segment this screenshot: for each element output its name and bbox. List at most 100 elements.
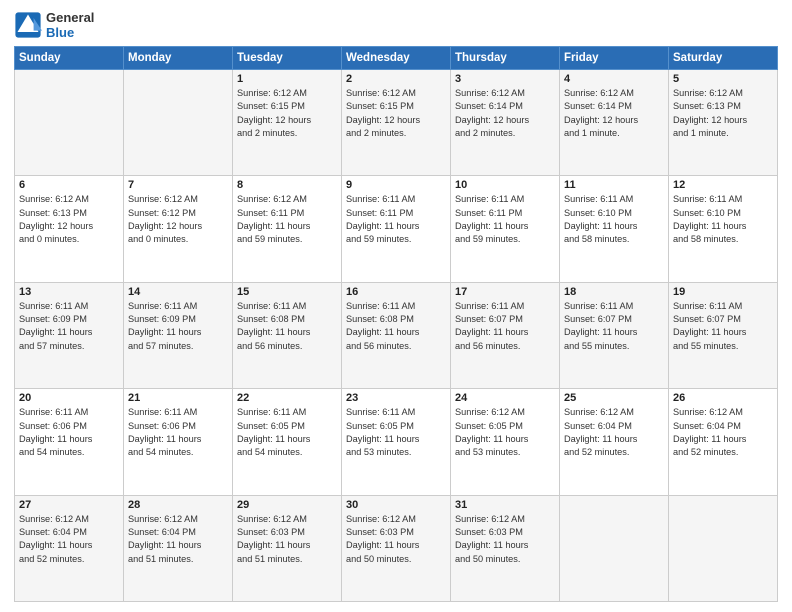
cell-info: Sunrise: 6:12 AM Sunset: 6:15 PM Dayligh… — [237, 87, 337, 140]
weekday-header: Thursday — [451, 47, 560, 70]
calendar-cell: 5 Sunrise: 6:12 AM Sunset: 6:13 PM Daylig… — [669, 70, 778, 176]
calendar-cell: 25 Sunrise: 6:12 AM Sunset: 6:04 PM Dayli… — [560, 389, 669, 495]
day-number: 20 — [19, 392, 119, 404]
cell-info: Sunrise: 6:11 AM Sunset: 6:10 PM Dayligh… — [673, 193, 773, 246]
day-number: 31 — [455, 499, 555, 511]
calendar-cell: 30 Sunrise: 6:12 AM Sunset: 6:03 PM Dayli… — [342, 495, 451, 601]
calendar-cell: 19 Sunrise: 6:11 AM Sunset: 6:07 PM Dayli… — [669, 282, 778, 388]
calendar-cell — [124, 70, 233, 176]
cell-info: Sunrise: 6:11 AM Sunset: 6:07 PM Dayligh… — [673, 300, 773, 353]
day-number: 15 — [237, 286, 337, 298]
cell-info: Sunrise: 6:11 AM Sunset: 6:11 PM Dayligh… — [346, 193, 446, 246]
calendar-cell — [560, 495, 669, 601]
calendar-cell: 6 Sunrise: 6:12 AM Sunset: 6:13 PM Daylig… — [15, 176, 124, 282]
day-number: 8 — [237, 179, 337, 191]
cell-info: Sunrise: 6:11 AM Sunset: 6:09 PM Dayligh… — [128, 300, 228, 353]
day-number: 11 — [564, 179, 664, 191]
calendar-cell: 17 Sunrise: 6:11 AM Sunset: 6:07 PM Dayli… — [451, 282, 560, 388]
calendar-cell: 10 Sunrise: 6:11 AM Sunset: 6:11 PM Dayli… — [451, 176, 560, 282]
cell-info: Sunrise: 6:11 AM Sunset: 6:10 PM Dayligh… — [564, 193, 664, 246]
cell-info: Sunrise: 6:12 AM Sunset: 6:03 PM Dayligh… — [237, 513, 337, 566]
weekday-header: Monday — [124, 47, 233, 70]
calendar-cell — [669, 495, 778, 601]
calendar-cell: 18Sunrise: 6:11 AM Sunset: 6:07 PM Dayli… — [560, 282, 669, 388]
day-number: 2 — [346, 73, 446, 85]
calendar-cell: 12 Sunrise: 6:11 AM Sunset: 6:10 PM Dayli… — [669, 176, 778, 282]
calendar-cell: 28 Sunrise: 6:12 AM Sunset: 6:04 PM Dayli… — [124, 495, 233, 601]
header: General Blue — [14, 10, 778, 40]
cell-info: Sunrise: 6:11 AM Sunset: 6:07 PM Dayligh… — [564, 300, 664, 353]
day-number: 21 — [128, 392, 228, 404]
calendar-cell: 23Sunrise: 6:11 AM Sunset: 6:05 PM Dayli… — [342, 389, 451, 495]
cell-info: Sunrise: 6:12 AM Sunset: 6:14 PM Dayligh… — [564, 87, 664, 140]
calendar-cell: 7Sunrise: 6:12 AM Sunset: 6:12 PM Daylig… — [124, 176, 233, 282]
calendar-cell: 3 Sunrise: 6:12 AM Sunset: 6:14 PM Daylig… — [451, 70, 560, 176]
day-number: 23 — [346, 392, 446, 404]
day-number: 5 — [673, 73, 773, 85]
page: General Blue SundayMondayTuesdayWednesda… — [0, 0, 792, 612]
calendar-cell: 2 Sunrise: 6:12 AM Sunset: 6:15 PM Daylig… — [342, 70, 451, 176]
cell-info: Sunrise: 6:12 AM Sunset: 6:04 PM Dayligh… — [128, 513, 228, 566]
day-number: 17 — [455, 286, 555, 298]
day-number: 3 — [455, 73, 555, 85]
day-number: 26 — [673, 392, 773, 404]
calendar-cell: 11 Sunrise: 6:11 AM Sunset: 6:10 PM Dayli… — [560, 176, 669, 282]
calendar-cell: 14Sunrise: 6:11 AM Sunset: 6:09 PM Dayli… — [124, 282, 233, 388]
header-row: SundayMondayTuesdayWednesdayThursdayFrid… — [15, 47, 778, 70]
day-number: 4 — [564, 73, 664, 85]
day-number: 22 — [237, 392, 337, 404]
day-number: 1 — [237, 73, 337, 85]
calendar-cell: 31 Sunrise: 6:12 AM Sunset: 6:03 PM Dayli… — [451, 495, 560, 601]
weekday-header: Saturday — [669, 47, 778, 70]
cell-info: Sunrise: 6:12 AM Sunset: 6:03 PM Dayligh… — [346, 513, 446, 566]
calendar-week-row: 6 Sunrise: 6:12 AM Sunset: 6:13 PM Daylig… — [15, 176, 778, 282]
calendar-cell: 1 Sunrise: 6:12 AM Sunset: 6:15 PM Daylig… — [233, 70, 342, 176]
calendar-cell: 24Sunrise: 6:12 AM Sunset: 6:05 PM Dayli… — [451, 389, 560, 495]
cell-info: Sunrise: 6:11 AM Sunset: 6:05 PM Dayligh… — [237, 406, 337, 459]
weekday-header: Sunday — [15, 47, 124, 70]
cell-info: Sunrise: 6:12 AM Sunset: 6:04 PM Dayligh… — [564, 406, 664, 459]
day-number: 13 — [19, 286, 119, 298]
calendar-cell: 15 Sunrise: 6:11 AM Sunset: 6:08 PM Dayli… — [233, 282, 342, 388]
day-number: 6 — [19, 179, 119, 191]
cell-info: Sunrise: 6:11 AM Sunset: 6:07 PM Dayligh… — [455, 300, 555, 353]
day-number: 16 — [346, 286, 446, 298]
cell-info: Sunrise: 6:12 AM Sunset: 6:04 PM Dayligh… — [19, 513, 119, 566]
calendar-table: SundayMondayTuesdayWednesdayThursdayFrid… — [14, 46, 778, 602]
weekday-header: Tuesday — [233, 47, 342, 70]
calendar-cell: 13 Sunrise: 6:11 AM Sunset: 6:09 PM Dayli… — [15, 282, 124, 388]
cell-info: Sunrise: 6:11 AM Sunset: 6:09 PM Dayligh… — [19, 300, 119, 353]
cell-info: Sunrise: 6:11 AM Sunset: 6:08 PM Dayligh… — [237, 300, 337, 353]
cell-info: Sunrise: 6:12 AM Sunset: 6:11 PM Dayligh… — [237, 193, 337, 246]
calendar-cell: 26 Sunrise: 6:12 AM Sunset: 6:04 PM Dayli… — [669, 389, 778, 495]
cell-info: Sunrise: 6:12 AM Sunset: 6:15 PM Dayligh… — [346, 87, 446, 140]
logo: General Blue — [14, 10, 94, 40]
cell-info: Sunrise: 6:12 AM Sunset: 6:03 PM Dayligh… — [455, 513, 555, 566]
weekday-header: Friday — [560, 47, 669, 70]
day-number: 30 — [346, 499, 446, 511]
cell-info: Sunrise: 6:11 AM Sunset: 6:08 PM Dayligh… — [346, 300, 446, 353]
calendar-week-row: 27Sunrise: 6:12 AM Sunset: 6:04 PM Dayli… — [15, 495, 778, 601]
day-number: 10 — [455, 179, 555, 191]
logo-text: General Blue — [46, 10, 94, 40]
calendar-cell: 8 Sunrise: 6:12 AM Sunset: 6:11 PM Daylig… — [233, 176, 342, 282]
cell-info: Sunrise: 6:12 AM Sunset: 6:14 PM Dayligh… — [455, 87, 555, 140]
calendar-cell: 4 Sunrise: 6:12 AM Sunset: 6:14 PM Daylig… — [560, 70, 669, 176]
cell-info: Sunrise: 6:11 AM Sunset: 6:06 PM Dayligh… — [19, 406, 119, 459]
day-number: 25 — [564, 392, 664, 404]
cell-info: Sunrise: 6:12 AM Sunset: 6:04 PM Dayligh… — [673, 406, 773, 459]
calendar-cell: 27Sunrise: 6:12 AM Sunset: 6:04 PM Dayli… — [15, 495, 124, 601]
calendar-cell: 21 Sunrise: 6:11 AM Sunset: 6:06 PM Dayli… — [124, 389, 233, 495]
day-number: 19 — [673, 286, 773, 298]
calendar-cell: 20 Sunrise: 6:11 AM Sunset: 6:06 PM Dayli… — [15, 389, 124, 495]
cell-info: Sunrise: 6:12 AM Sunset: 6:05 PM Dayligh… — [455, 406, 555, 459]
cell-info: Sunrise: 6:11 AM Sunset: 6:11 PM Dayligh… — [455, 193, 555, 246]
day-number: 12 — [673, 179, 773, 191]
cell-info: Sunrise: 6:12 AM Sunset: 6:13 PM Dayligh… — [19, 193, 119, 246]
calendar-cell: 22 Sunrise: 6:11 AM Sunset: 6:05 PM Dayli… — [233, 389, 342, 495]
cell-info: Sunrise: 6:11 AM Sunset: 6:06 PM Dayligh… — [128, 406, 228, 459]
cell-info: Sunrise: 6:12 AM Sunset: 6:13 PM Dayligh… — [673, 87, 773, 140]
cell-info: Sunrise: 6:12 AM Sunset: 6:12 PM Dayligh… — [128, 193, 228, 246]
weekday-header: Wednesday — [342, 47, 451, 70]
day-number: 28 — [128, 499, 228, 511]
